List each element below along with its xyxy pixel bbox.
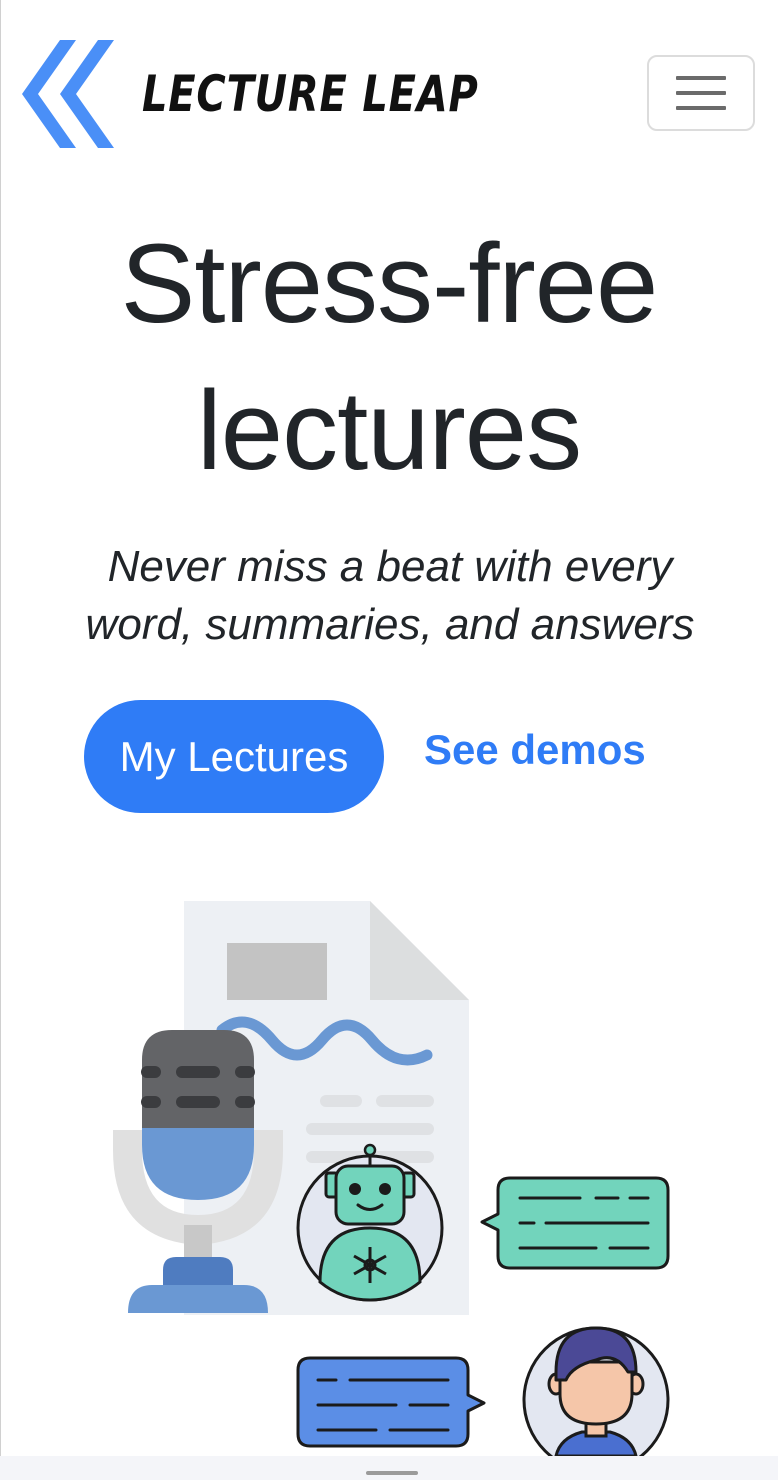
hero-illustration <box>113 901 670 1460</box>
brand-home-link[interactable]: LECTURE LEAP <box>20 40 563 148</box>
hero-subtitle: Never miss a beat with every word, summa… <box>40 538 740 654</box>
user-avatar-icon <box>522 1326 670 1460</box>
hero-title-line2: lectures <box>196 368 582 493</box>
user-chat-bubble-icon <box>296 1356 486 1448</box>
hero-title: Stress-free lectures <box>0 210 778 504</box>
home-indicator[interactable] <box>366 1471 418 1475</box>
brand-name: LECTURE LEAP <box>142 65 479 123</box>
my-lectures-button[interactable]: My Lectures <box>84 700 384 813</box>
menu-toggle-button[interactable] <box>647 55 755 131</box>
browser-bottom-bar <box>0 1456 778 1480</box>
ai-chat-bubble-icon <box>480 1176 670 1270</box>
see-demos-link[interactable]: See demos <box>424 722 646 778</box>
hero-subtitle-line2: word, summaries, and answers <box>85 600 695 649</box>
hero-subtitle-line1: Never miss a beat with every <box>107 542 673 591</box>
hamburger-menu-icon <box>676 76 726 110</box>
double-chevron-left-icon <box>22 40 114 148</box>
hero-title-line1: Stress-free <box>120 221 659 346</box>
page: LECTURE LEAP Stress-free lectures Never … <box>0 0 778 1480</box>
